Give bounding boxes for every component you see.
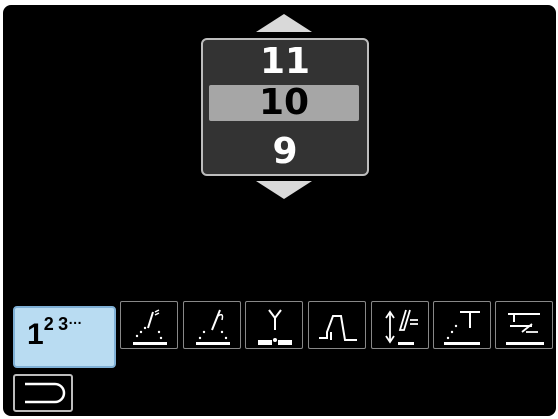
weld-spatter-icon <box>444 311 480 345</box>
value-picker[interactable]: 11 10 9 <box>201 38 369 176</box>
toolbar-tile-6[interactable] <box>433 301 491 349</box>
memory-numbers-icon: 12 3… <box>27 311 83 351</box>
decrease-arrow-icon[interactable] <box>256 181 312 199</box>
toolbar-tile-2[interactable] <box>183 301 241 349</box>
back-arrow-icon <box>25 382 66 404</box>
welder-display: 11 10 9 12 3… <box>3 5 556 416</box>
toolbar-tile-4[interactable] <box>308 301 366 349</box>
picker-next-value[interactable]: 11 <box>203 40 367 84</box>
electrode-feed-icon <box>385 309 418 345</box>
toolbar-tile-7[interactable] <box>495 301 553 349</box>
pulse-waveform-icon <box>319 315 357 341</box>
torch-settings-icon <box>506 313 544 345</box>
toolbar-tile-1[interactable] <box>120 301 178 349</box>
back-button[interactable] <box>13 374 73 412</box>
mode-toolbar: 12 3… <box>3 301 556 368</box>
increase-arrow-icon[interactable] <box>256 14 312 32</box>
picker-selected-value[interactable]: 10 <box>209 85 359 121</box>
joint-preparation-icon <box>258 309 292 345</box>
toolbar-tile-5[interactable] <box>371 301 429 349</box>
gmaw-torch-icon <box>196 309 230 345</box>
toolbar-tile-3[interactable] <box>245 301 303 349</box>
smaw-electrode-icon <box>133 309 167 345</box>
memory-select-tile[interactable]: 12 3… <box>13 306 116 368</box>
picker-previous-value[interactable]: 9 <box>203 130 367 174</box>
